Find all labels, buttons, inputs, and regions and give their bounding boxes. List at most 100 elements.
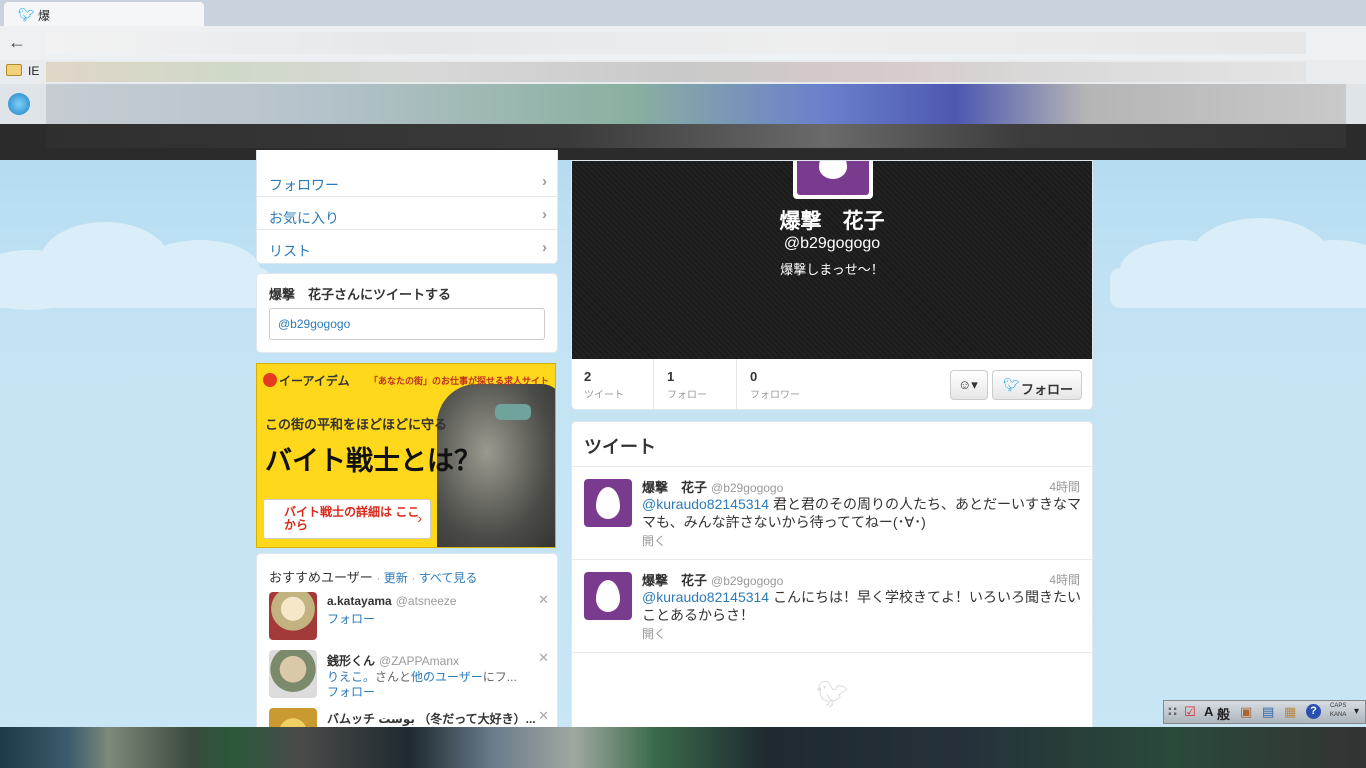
context-link[interactable]: りえこ。	[327, 670, 375, 684]
ime-handle-icon[interactable]: ∷	[1168, 704, 1177, 720]
suggested-user: a.katayama @atsneeze フォロー ✕	[269, 592, 549, 647]
avatar[interactable]	[269, 592, 317, 640]
stat-label: フォロー	[667, 390, 707, 401]
refresh-link[interactable]: 更新	[384, 571, 408, 585]
separator-dot: ·	[411, 571, 419, 585]
chevron-down-icon[interactable]: ▾	[1354, 706, 1359, 717]
address-bar[interactable]	[46, 32, 1306, 54]
tweet-to-input[interactable]	[269, 308, 545, 340]
extension-globe-icon[interactable]	[8, 93, 30, 115]
ad-headline-1: この街の平和をほどほどに守る	[265, 417, 448, 432]
context-text: にフ...	[482, 670, 517, 684]
topbar-blurred	[46, 124, 1346, 148]
user-name[interactable]: 銭形くん @ZAPPAmanx	[327, 652, 459, 669]
tweet[interactable]: 爆撃 花子 @b29gogogo 4時間 @kuraudo82145314 君と君…	[572, 466, 1092, 559]
stat-followers[interactable]: 0 フォロワー	[738, 359, 824, 409]
ime-conversion-mode[interactable]: 般	[1217, 704, 1230, 723]
twitter-bird-icon: 🐦︎	[18, 7, 35, 22]
profile-avatar[interactable]	[793, 161, 873, 199]
tweet-author[interactable]: 爆撃 花子 @b29gogogo	[642, 570, 783, 589]
nav-item-label: お気に入り	[269, 210, 339, 226]
tweet-to-title: 爆撃 花子さんにツイートする	[269, 287, 452, 302]
ad-brand-text: イーアイデム	[279, 374, 350, 388]
tweet-author-name: 爆撃 花子	[642, 573, 708, 588]
ad-tagline: 「あなたの街」のお仕事が探せる求人サイト	[369, 376, 550, 386]
user-actions-button[interactable]: ☺▾	[950, 370, 988, 400]
egg-icon	[596, 580, 620, 612]
stat-label: ツイート	[584, 390, 624, 401]
ime-tool-icon[interactable]: ▣	[1240, 704, 1252, 720]
user-display-name: 銭形くん	[327, 654, 376, 668]
avatar[interactable]	[584, 572, 632, 620]
avatar[interactable]	[269, 650, 317, 698]
bookmarks-blurred	[46, 62, 1306, 82]
stat-tweets[interactable]: 2 ツイート	[572, 359, 654, 409]
chevron-right-icon: ›	[417, 510, 422, 526]
robot-visor	[495, 404, 531, 420]
user-name[interactable]: バムッチ بوست （冬だって大好き）...	[327, 710, 536, 727]
who-to-follow: おすすめユーザー · 更新 · すべて見る a.katayama @atsneez…	[256, 553, 558, 733]
chevron-right-icon: ›	[542, 206, 547, 223]
bookmark-ie[interactable]: IE	[28, 64, 39, 78]
tweets-heading: ツイート	[584, 437, 656, 457]
twitter-bird-icon: 🐦︎	[1003, 377, 1020, 392]
profile-bio: 爆撃しまっせ〜！	[780, 262, 884, 277]
expand-link[interactable]: 開く	[642, 532, 666, 549]
view-all-link[interactable]: すべて見る	[419, 571, 478, 585]
suggested-user: 銭形くん @ZAPPAmanx りえこ。さんと他のユーザーにフ... フォロー ✕	[269, 650, 549, 705]
browser-chrome: 🐦︎ 爆 ← IE	[0, 0, 1366, 160]
avatar[interactable]	[584, 479, 632, 527]
twitter-bird-icon: 🐦︎	[816, 679, 850, 709]
stat-value: 1	[667, 369, 675, 384]
context-link[interactable]: 他のユーザー	[411, 670, 483, 684]
follow-link[interactable]: フォロー	[327, 610, 375, 627]
windows-taskbar	[0, 727, 1366, 768]
follow-button[interactable]: 🐦︎ フォロー	[992, 370, 1082, 400]
mention-link[interactable]: @kuraudo82145314	[642, 589, 769, 605]
browser-tab[interactable]: 🐦︎ 爆	[4, 2, 204, 26]
nav-item-lists[interactable]: リスト ›	[257, 230, 557, 263]
taskbar-blurred	[0, 727, 1366, 768]
stat-following[interactable]: 1 フォロー	[655, 359, 737, 409]
ime-language-bar: ∷ ☑ A 般 ▣ ▤ ▦ ? CAPS KANA ▾	[1163, 700, 1366, 724]
help-icon[interactable]: ?	[1306, 704, 1321, 719]
avatar-background	[797, 161, 869, 195]
ad-logo-icon	[263, 373, 277, 387]
advertisement-banner[interactable]: イーアイデム 「あなたの街」のお仕事が探せる求人サイト この街の平和をほどほどに…	[256, 363, 556, 548]
separator-dot: ·	[376, 571, 384, 585]
profile-nav: フォロワー › お気に入り › リスト ›	[256, 150, 558, 264]
nav-item-followers[interactable]: フォロワー ›	[257, 164, 557, 197]
profile-card: 爆撃 花子 @b29gogogo 爆撃しまっせ〜！ 2 ツイート 1 フォロー …	[571, 160, 1093, 410]
context-text: さんと	[375, 670, 412, 684]
ime-pad-icon[interactable]: ▤	[1262, 704, 1274, 720]
tweet-timestamp[interactable]: 4時間	[1049, 571, 1080, 588]
tweet-author[interactable]: 爆撃 花子 @b29gogogo	[642, 477, 783, 496]
who-to-follow-title: おすすめユーザー	[269, 570, 373, 585]
nav-item-favorites[interactable]: お気に入り ›	[257, 197, 557, 230]
folder-icon	[6, 64, 22, 76]
ime-dictionary-icon[interactable]: ▦	[1284, 704, 1296, 720]
close-icon[interactable]: ✕	[538, 708, 549, 724]
profile-header: 爆撃 花子 @b29gogogo 爆撃しまっせ〜！	[572, 161, 1092, 359]
back-arrow-icon[interactable]: ←	[8, 32, 26, 53]
extension-bar	[0, 84, 1366, 124]
tweets-stream: ツイート 爆撃 花子 @b29gogogo 4時間 @kuraudo8214531…	[571, 421, 1093, 741]
close-icon[interactable]: ✕	[538, 592, 549, 608]
tab-strip: 🐦︎ 爆	[0, 0, 1366, 26]
tweet-timestamp[interactable]: 4時間	[1049, 478, 1080, 495]
mention-link[interactable]: @kuraudo82145314	[642, 496, 769, 512]
ime-input-mode[interactable]: A	[1204, 704, 1213, 719]
profile-handle: @b29gogogo	[783, 235, 881, 252]
user-display-name: a.katayama	[327, 594, 392, 608]
ad-cta-button[interactable]: バイト戦士の詳細は ここから ›	[263, 499, 431, 539]
cloud-right-base	[1110, 268, 1366, 308]
close-icon[interactable]: ✕	[538, 650, 549, 666]
chevron-right-icon: ›	[542, 239, 547, 256]
cloud-left-base	[0, 268, 270, 308]
egg-icon	[596, 487, 620, 519]
tweet[interactable]: 爆撃 花子 @b29gogogo 4時間 @kuraudo82145314 こんに…	[572, 559, 1092, 652]
follow-link[interactable]: フォロー	[327, 683, 375, 700]
user-name[interactable]: a.katayama @atsneeze	[327, 594, 457, 608]
ime-toggle-icon[interactable]: ☑	[1184, 704, 1196, 720]
expand-link[interactable]: 開く	[642, 625, 666, 642]
